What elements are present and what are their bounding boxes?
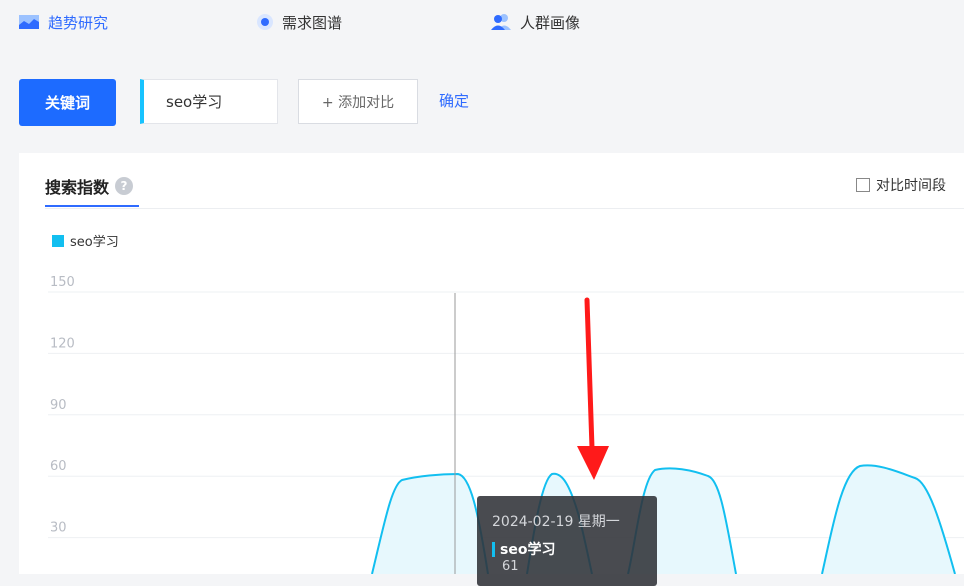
tooltip-series: seo学习 — [492, 539, 555, 559]
tooltip-series-name: seo学习 — [500, 542, 556, 558]
tooltip-series-marker — [492, 541, 495, 557]
tooltip-date: 2024-02-19 星期一 — [492, 514, 620, 530]
chart-tooltip: 2024-02-19 星期一 seo学习 61 — [477, 496, 657, 586]
annotation-arrow — [577, 297, 609, 480]
tooltip-value: 61 — [502, 559, 519, 574]
y-tick-label: 30 — [50, 521, 67, 536]
series-area — [372, 465, 955, 574]
search-index-chart: 30 60 90 120 150 — [48, 275, 964, 574]
y-tick-label: 90 — [50, 398, 67, 413]
y-tick-label: 60 — [50, 459, 67, 474]
y-tick-label: 120 — [50, 336, 75, 351]
y-tick-label: 150 — [50, 275, 75, 290]
